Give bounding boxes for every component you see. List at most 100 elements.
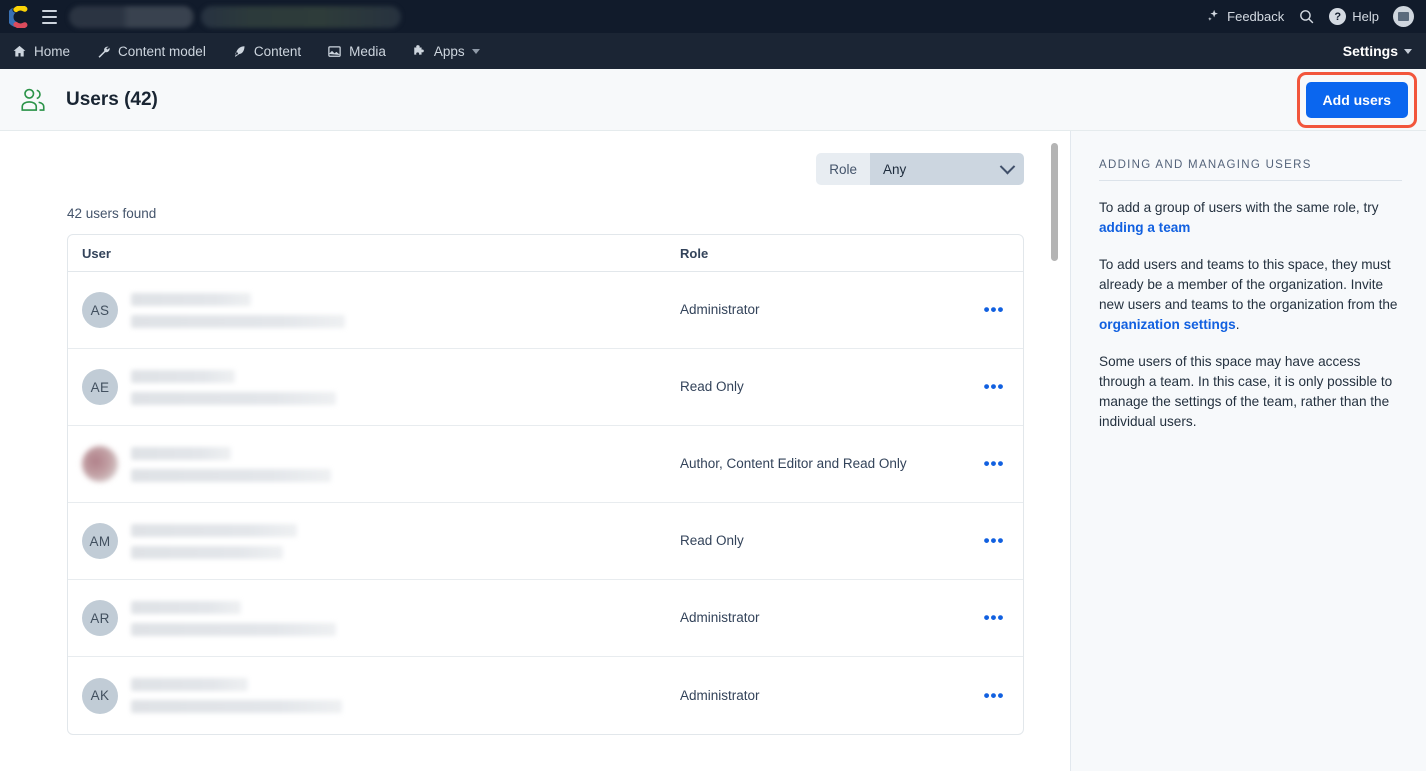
user-identity: [131, 600, 336, 636]
page-header-actions: Add users: [1296, 71, 1417, 128]
space-selector[interactable]: [69, 5, 194, 28]
adding-a-team-link[interactable]: adding a team: [1099, 220, 1190, 235]
user-email: [131, 700, 342, 713]
sidebar-p2-suffix: .: [1235, 317, 1240, 332]
scrollbar-thumb[interactable]: [1051, 143, 1058, 261]
user-identity: [131, 523, 297, 559]
nav-label: Content model: [118, 43, 206, 59]
more-actions-icon[interactable]: •••: [984, 609, 1005, 626]
nav-label: Apps: [433, 43, 465, 59]
main-scrollbar[interactable]: [1051, 143, 1058, 771]
user-identity: [131, 292, 345, 328]
users-table: User Role AS Administrator ••• AE Read Only •…: [67, 234, 1024, 735]
user-role: Administrator: [680, 302, 760, 317]
users-main-panel: Role Any 42 users found User Role AS Admi…: [0, 131, 1070, 771]
user-name: [131, 292, 251, 306]
avatar: [82, 446, 118, 482]
help-button[interactable]: ? Help: [1329, 8, 1379, 25]
nav-item-content-model[interactable]: Content model: [96, 44, 206, 59]
search-icon[interactable]: [1298, 8, 1315, 25]
user-email: [131, 622, 336, 636]
chevron-down-icon: [1404, 48, 1412, 54]
user-avatar-icon[interactable]: [1393, 6, 1414, 27]
user-role: Administrator: [680, 687, 760, 703]
sidebar-p2-text: To add users and teams to this space, th…: [1099, 257, 1398, 312]
wrench-icon: [96, 44, 111, 59]
row-actions: •••: [965, 609, 1023, 626]
chevron-down-icon: [471, 48, 480, 54]
top-bar-actions: Feedback ? Help: [1206, 6, 1414, 27]
sidebar-paragraph-1: To add a group of users with the same ro…: [1099, 198, 1402, 238]
role-filter[interactable]: Role Any: [816, 153, 1024, 185]
table-row[interactable]: AM Read Only •••: [68, 503, 1023, 580]
table-row[interactable]: AR Administrator •••: [68, 580, 1023, 657]
top-bar: Feedback ? Help: [0, 0, 1426, 33]
user-name: [131, 446, 231, 460]
home-icon: [12, 44, 27, 59]
user-cell: AR: [68, 587, 680, 649]
table-row[interactable]: AS Administrator •••: [68, 272, 1023, 349]
row-actions: •••: [965, 687, 1023, 704]
column-header-role: Role: [680, 245, 709, 261]
users-group-icon: [18, 85, 48, 115]
user-role: Read Only: [680, 379, 744, 394]
user-cell: AE: [68, 356, 680, 418]
filter-bar: Role Any: [67, 153, 1024, 185]
more-actions-icon[interactable]: •••: [984, 687, 1005, 704]
help-sidebar: ADDING AND MANAGING USERS To add a group…: [1070, 131, 1426, 771]
pen-icon: [232, 44, 247, 59]
organization-settings-link[interactable]: organization settings: [1099, 317, 1236, 332]
nav-item-settings[interactable]: Settings: [1343, 43, 1412, 59]
user-name: [131, 678, 248, 691]
results-count: 42 users found: [67, 206, 157, 221]
avatar: AK: [82, 677, 118, 714]
page-title: Users (42): [66, 88, 158, 110]
row-actions: •••: [965, 455, 1023, 472]
role-filter-value: Any: [883, 161, 907, 177]
body: Role Any 42 users found User Role AS Admi…: [0, 131, 1426, 771]
nav-label: Settings: [1342, 43, 1398, 59]
more-actions-icon[interactable]: •••: [984, 532, 1005, 549]
user-name: [131, 600, 241, 614]
environment-selector[interactable]: [201, 5, 401, 28]
row-actions: •••: [965, 301, 1023, 318]
more-actions-icon[interactable]: •••: [984, 301, 1005, 318]
chevron-down-icon: [999, 158, 1016, 174]
table-row[interactable]: AK Administrator •••: [68, 657, 1023, 734]
feedback-button[interactable]: Feedback: [1206, 8, 1284, 26]
table-row[interactable]: Author, Content Editor and Read Only •••: [68, 426, 1023, 503]
puzzle-icon: [412, 44, 427, 59]
hamburger-menu-icon[interactable]: [38, 6, 60, 28]
row-actions: •••: [965, 532, 1023, 549]
column-header-user: User: [82, 245, 111, 261]
avatar: AM: [82, 523, 118, 559]
more-actions-icon[interactable]: •••: [984, 378, 1005, 395]
more-actions-icon[interactable]: •••: [984, 455, 1005, 472]
table-row[interactable]: AE Read Only •••: [68, 349, 1023, 426]
role-filter-select[interactable]: Any: [870, 153, 1024, 185]
sparkle-icon: [1206, 8, 1221, 26]
user-cell: AK: [68, 665, 680, 727]
nav-label: Home: [34, 43, 71, 59]
table-header: User Role: [68, 235, 1023, 272]
nav-label: Content: [253, 43, 302, 59]
user-identity: [131, 369, 336, 405]
user-email: [131, 391, 336, 405]
user-cell: AM: [68, 510, 680, 572]
sidebar-paragraph-3: Some users of this space may have access…: [1099, 354, 1393, 429]
user-role: Author, Content Editor and Read Only: [680, 456, 907, 471]
help-label: Help: [1352, 9, 1379, 24]
nav-item-media[interactable]: Media: [327, 44, 386, 59]
image-icon: [327, 44, 342, 59]
add-users-button[interactable]: Add users: [1305, 81, 1408, 118]
contentful-logo-icon[interactable]: [6, 4, 31, 29]
question-mark-icon: ?: [1329, 8, 1347, 25]
avatar: AR: [82, 600, 118, 636]
nav-item-home[interactable]: Home: [12, 44, 70, 59]
sidebar-paragraph-2: To add users and teams to this space, th…: [1099, 255, 1402, 335]
user-email: [131, 545, 283, 559]
user-identity: [131, 678, 342, 713]
nav-item-content[interactable]: Content: [232, 44, 301, 59]
nav-item-apps[interactable]: Apps: [412, 44, 480, 59]
user-email: [131, 468, 331, 482]
